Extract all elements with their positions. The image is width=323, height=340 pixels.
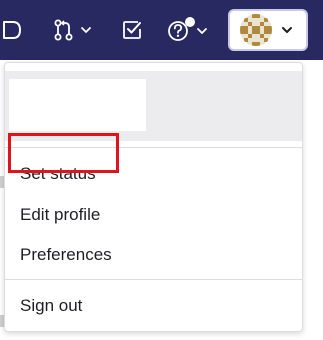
todos-icon[interactable]	[120, 16, 144, 44]
menu-item-sign-out[interactable]: Sign out	[20, 295, 82, 317]
menu-item-preferences[interactable]: Preferences	[20, 244, 112, 266]
help-icon	[168, 17, 207, 41]
merge-requests-icon	[54, 19, 91, 41]
highlight-box	[8, 133, 119, 173]
menu-item-edit-profile[interactable]: Edit profile	[20, 204, 100, 226]
app: Set status Edit profile Preferences Sign…	[0, 0, 323, 340]
profile-header[interactable]	[5, 71, 302, 141]
merge-requests-dropdown[interactable]	[52, 16, 96, 44]
profile-name-block	[9, 79, 146, 131]
issues-icon[interactable]	[0, 16, 24, 44]
user-menu-dropdown: Set status Edit profile Preferences Sign…	[4, 62, 303, 332]
chevron-down-icon	[282, 27, 292, 33]
user-menu-button[interactable]	[228, 9, 308, 51]
top-navigation-bar	[0, 0, 323, 60]
user-avatar	[240, 14, 272, 46]
help-dropdown[interactable]	[166, 16, 212, 44]
menu-divider	[5, 279, 302, 280]
